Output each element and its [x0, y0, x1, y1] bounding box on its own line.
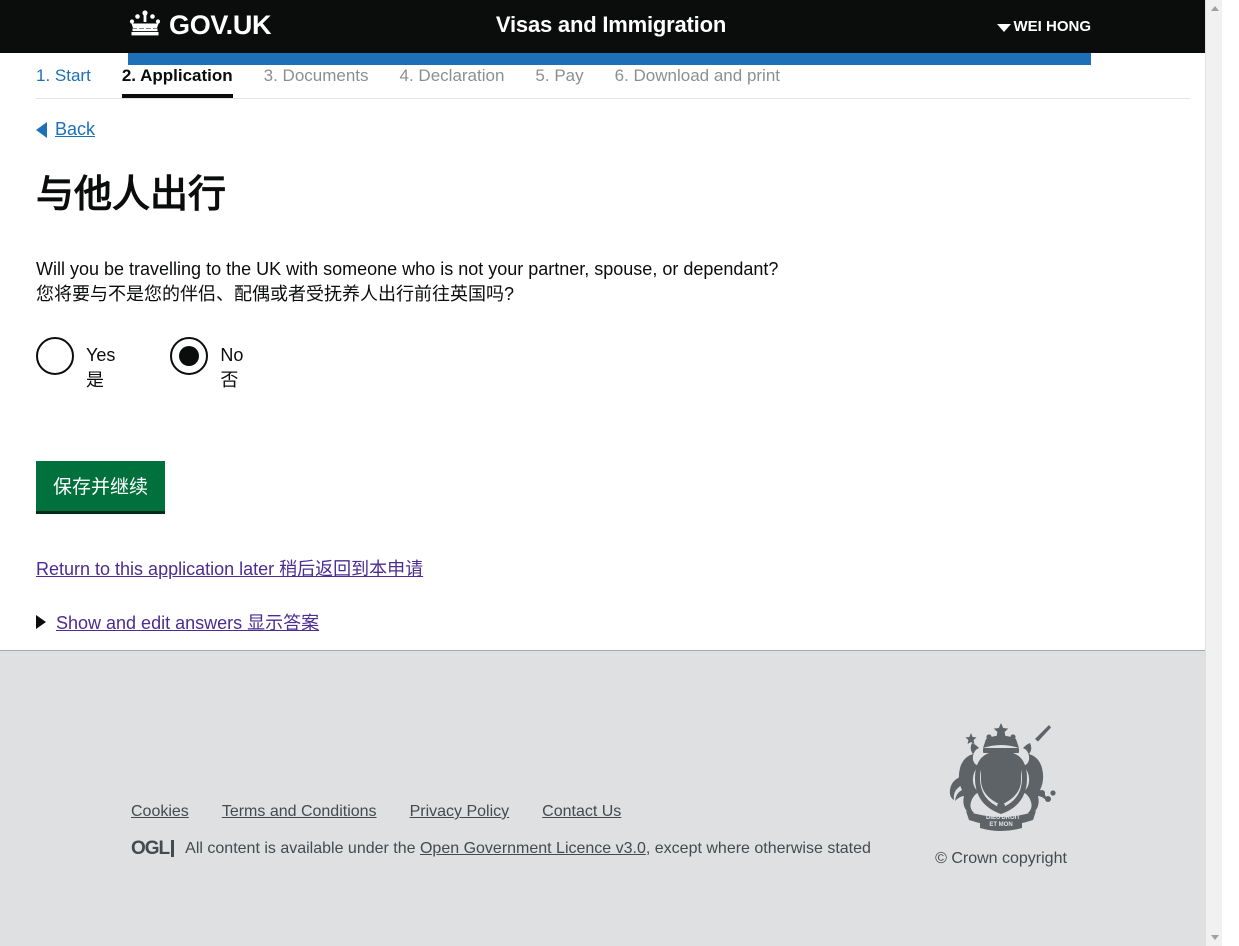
radio-yes-label: Yes 是 [86, 337, 115, 393]
footer-licence: OGL All content is available under the O… [131, 839, 871, 858]
radio-no-input[interactable] [170, 336, 209, 375]
radio-group: Yes 是 No 否 [36, 336, 1186, 393]
radio-yes-label-en: Yes [86, 344, 116, 365]
svg-text:DIEU: DIEU [986, 815, 1000, 821]
tab-pay[interactable]: 5. Pay [535, 65, 583, 98]
page-root: GOV.UK Visas and Immigration WEI HONG 1.… [0, 0, 1222, 946]
ogl-logo-bar [171, 840, 175, 857]
back-link[interactable]: Back [36, 119, 95, 140]
licence-statement: All content is available under the Open … [185, 840, 871, 858]
header-accent-bar [128, 53, 1091, 65]
crown-copyright-block: DIEU DROIT ET MON © Crown copyright [911, 719, 1091, 868]
chevron-left-icon [36, 121, 47, 138]
show-edit-answers-label: Show and edit answers 显示答案 [56, 612, 320, 633]
progress-tabs-list: 1. Start 2. Application 3. Documents 4. … [36, 65, 1222, 98]
open-government-licence-link[interactable]: Open Government Licence v3.0 [420, 840, 646, 857]
radio-no-label: No 否 [220, 337, 243, 393]
save-and-continue-button[interactable]: 保存并继续 [36, 460, 166, 514]
tabs-divider [36, 98, 1190, 99]
tab-declaration[interactable]: 4. Declaration [400, 65, 505, 98]
radio-option-yes[interactable]: Yes 是 [36, 336, 115, 393]
footer-link-contact-us[interactable]: Contact Us [542, 803, 621, 821]
triangle-right-icon [36, 614, 46, 629]
svg-text:DROIT: DROIT [1001, 815, 1020, 821]
footer-inner: Cookies Terms and Conditions Privacy Pol… [0, 651, 1222, 946]
licence-prefix: All content is available under the [185, 839, 420, 857]
footer-link-cookies[interactable]: Cookies [131, 803, 189, 821]
main-content: Back 与他人出行 Will you be travelling to the… [0, 119, 1222, 635]
licence-suffix: , except where otherwise stated [645, 839, 871, 857]
footer-links: Cookies Terms and Conditions Privacy Pol… [131, 803, 621, 821]
radio-yes-label-cn: 是 [86, 369, 104, 390]
svg-text:ET MON: ET MON [989, 822, 1012, 828]
page-title: 与他人出行 [36, 174, 227, 216]
royal-coat-of-arms-icon: DIEU DROIT ET MON [911, 719, 1091, 842]
account-name-label: WEI HONG [1013, 18, 1092, 35]
tab-documents[interactable]: 3. Documents [264, 65, 369, 98]
scroll-down-arrow-icon[interactable] [1206, 929, 1222, 946]
crown-copyright-label: © Crown copyright [935, 850, 1067, 867]
back-link-label: Back [55, 119, 96, 139]
ogl-logo-icon: OGL [131, 838, 175, 859]
question-text-en: Will you be travelling to the UK with so… [36, 258, 779, 279]
vertical-scrollbar[interactable] [1205, 0, 1222, 946]
site-footer: Cookies Terms and Conditions Privacy Pol… [0, 650, 1222, 946]
radio-no-label-en: No [220, 344, 244, 365]
radio-no-label-cn: 否 [220, 369, 239, 390]
footer-link-terms-and-conditions[interactable]: Terms and Conditions [222, 803, 377, 821]
question-text-cn: 您将要与不是您的伴侣、配偶或者受抚养人出行前往英国吗? [36, 283, 515, 304]
site-header: GOV.UK Visas and Immigration WEI HONG [0, 0, 1222, 65]
radio-option-no[interactable]: No 否 [170, 336, 243, 393]
chevron-down-icon [996, 23, 1011, 32]
show-edit-answers-toggle[interactable]: Show and edit answers 显示答案 [36, 609, 319, 635]
account-menu-button[interactable]: WEI HONG [996, 18, 1092, 35]
tab-start[interactable]: 1. Start [36, 65, 91, 98]
ogl-logo-text: OGL [131, 838, 170, 859]
return-later-link[interactable]: Return to this application later 稍后返回到本申… [36, 555, 423, 581]
footer-link-privacy-policy[interactable]: Privacy Policy [410, 803, 510, 821]
question-text: Will you be travelling to the UK with so… [36, 257, 1186, 307]
tab-download-and-print[interactable]: 6. Download and print [615, 65, 780, 98]
scroll-up-arrow-icon[interactable] [1206, 0, 1222, 17]
tab-application[interactable]: 2. Application [121, 65, 233, 98]
progress-tabs: 1. Start 2. Application 3. Documents 4. … [0, 65, 1222, 99]
radio-yes-input[interactable] [36, 336, 74, 375]
